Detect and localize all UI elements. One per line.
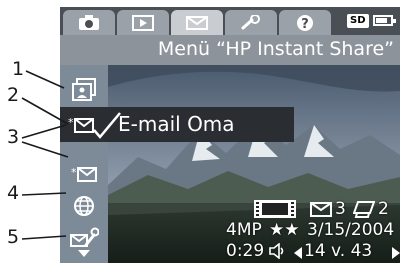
rating-stars: ★★ xyxy=(269,220,300,240)
battery-level xyxy=(376,18,387,23)
camera-screen: ? SD Menü “HP Instant Share” * * E-mail … xyxy=(60,7,400,263)
audio-duration: 0:29 xyxy=(226,241,265,261)
help-icon: ? xyxy=(297,14,313,32)
callout-3: 3 xyxy=(7,126,20,148)
tab-bar: ? SD xyxy=(60,7,400,35)
menu-item-label: E-mail Oma xyxy=(118,112,235,136)
tab-playback[interactable] xyxy=(117,10,169,35)
speaker-icon xyxy=(269,243,284,259)
resolution-label: 4MP xyxy=(226,220,262,240)
memory-card-badge: SD xyxy=(347,14,369,28)
menu-item-print[interactable] xyxy=(60,73,108,107)
camera-icon xyxy=(79,14,99,30)
next-arrow-icon[interactable] xyxy=(392,247,400,259)
callout-5: 5 xyxy=(7,226,20,248)
photo-date: 3/15/2004 xyxy=(307,220,395,240)
svg-text:*: * xyxy=(71,166,77,179)
menu-item-email-oma[interactable]: * E-mail Oma xyxy=(60,107,294,142)
email-tag-icon xyxy=(310,202,332,217)
web-icon xyxy=(74,196,94,216)
svg-text:*: * xyxy=(68,116,74,129)
envelope-icon xyxy=(186,15,208,30)
image-position: 14 v. 43 xyxy=(304,241,373,261)
menu-sidebar: * xyxy=(60,65,108,263)
title-bar: Menü “HP Instant Share” xyxy=(60,35,400,65)
scroll-down-icon xyxy=(78,250,90,257)
previous-arrow-icon[interactable] xyxy=(294,247,302,259)
print-count: 2 xyxy=(378,199,389,219)
tab-share[interactable] xyxy=(171,10,223,35)
callout-2: 2 xyxy=(7,84,20,106)
print-tag-icon xyxy=(353,201,375,218)
email-count: 3 xyxy=(335,199,346,219)
wrench-icon xyxy=(241,14,260,29)
callout-4: 4 xyxy=(7,182,20,204)
menu-item-web[interactable] xyxy=(60,189,108,223)
leader-line-1 xyxy=(25,70,65,89)
tab-setup[interactable] xyxy=(225,10,277,35)
tab-capture[interactable] xyxy=(63,10,115,35)
svg-text:?: ? xyxy=(301,17,309,32)
battery-icon xyxy=(373,15,396,26)
page-title: Menü “HP Instant Share” xyxy=(157,38,394,60)
playback-icon xyxy=(132,14,154,31)
scroll-down-arrow[interactable] xyxy=(60,245,108,263)
tab-help[interactable]: ? xyxy=(279,10,331,35)
callout-1: 1 xyxy=(12,58,25,80)
film-strip-icon xyxy=(254,200,296,218)
menu-item-email-oma-icon-slot: * xyxy=(60,157,108,191)
print-icon xyxy=(72,78,96,101)
email-destination-icon: * xyxy=(68,112,121,139)
email-icon: * xyxy=(71,166,97,182)
checkmark-icon xyxy=(93,112,121,139)
